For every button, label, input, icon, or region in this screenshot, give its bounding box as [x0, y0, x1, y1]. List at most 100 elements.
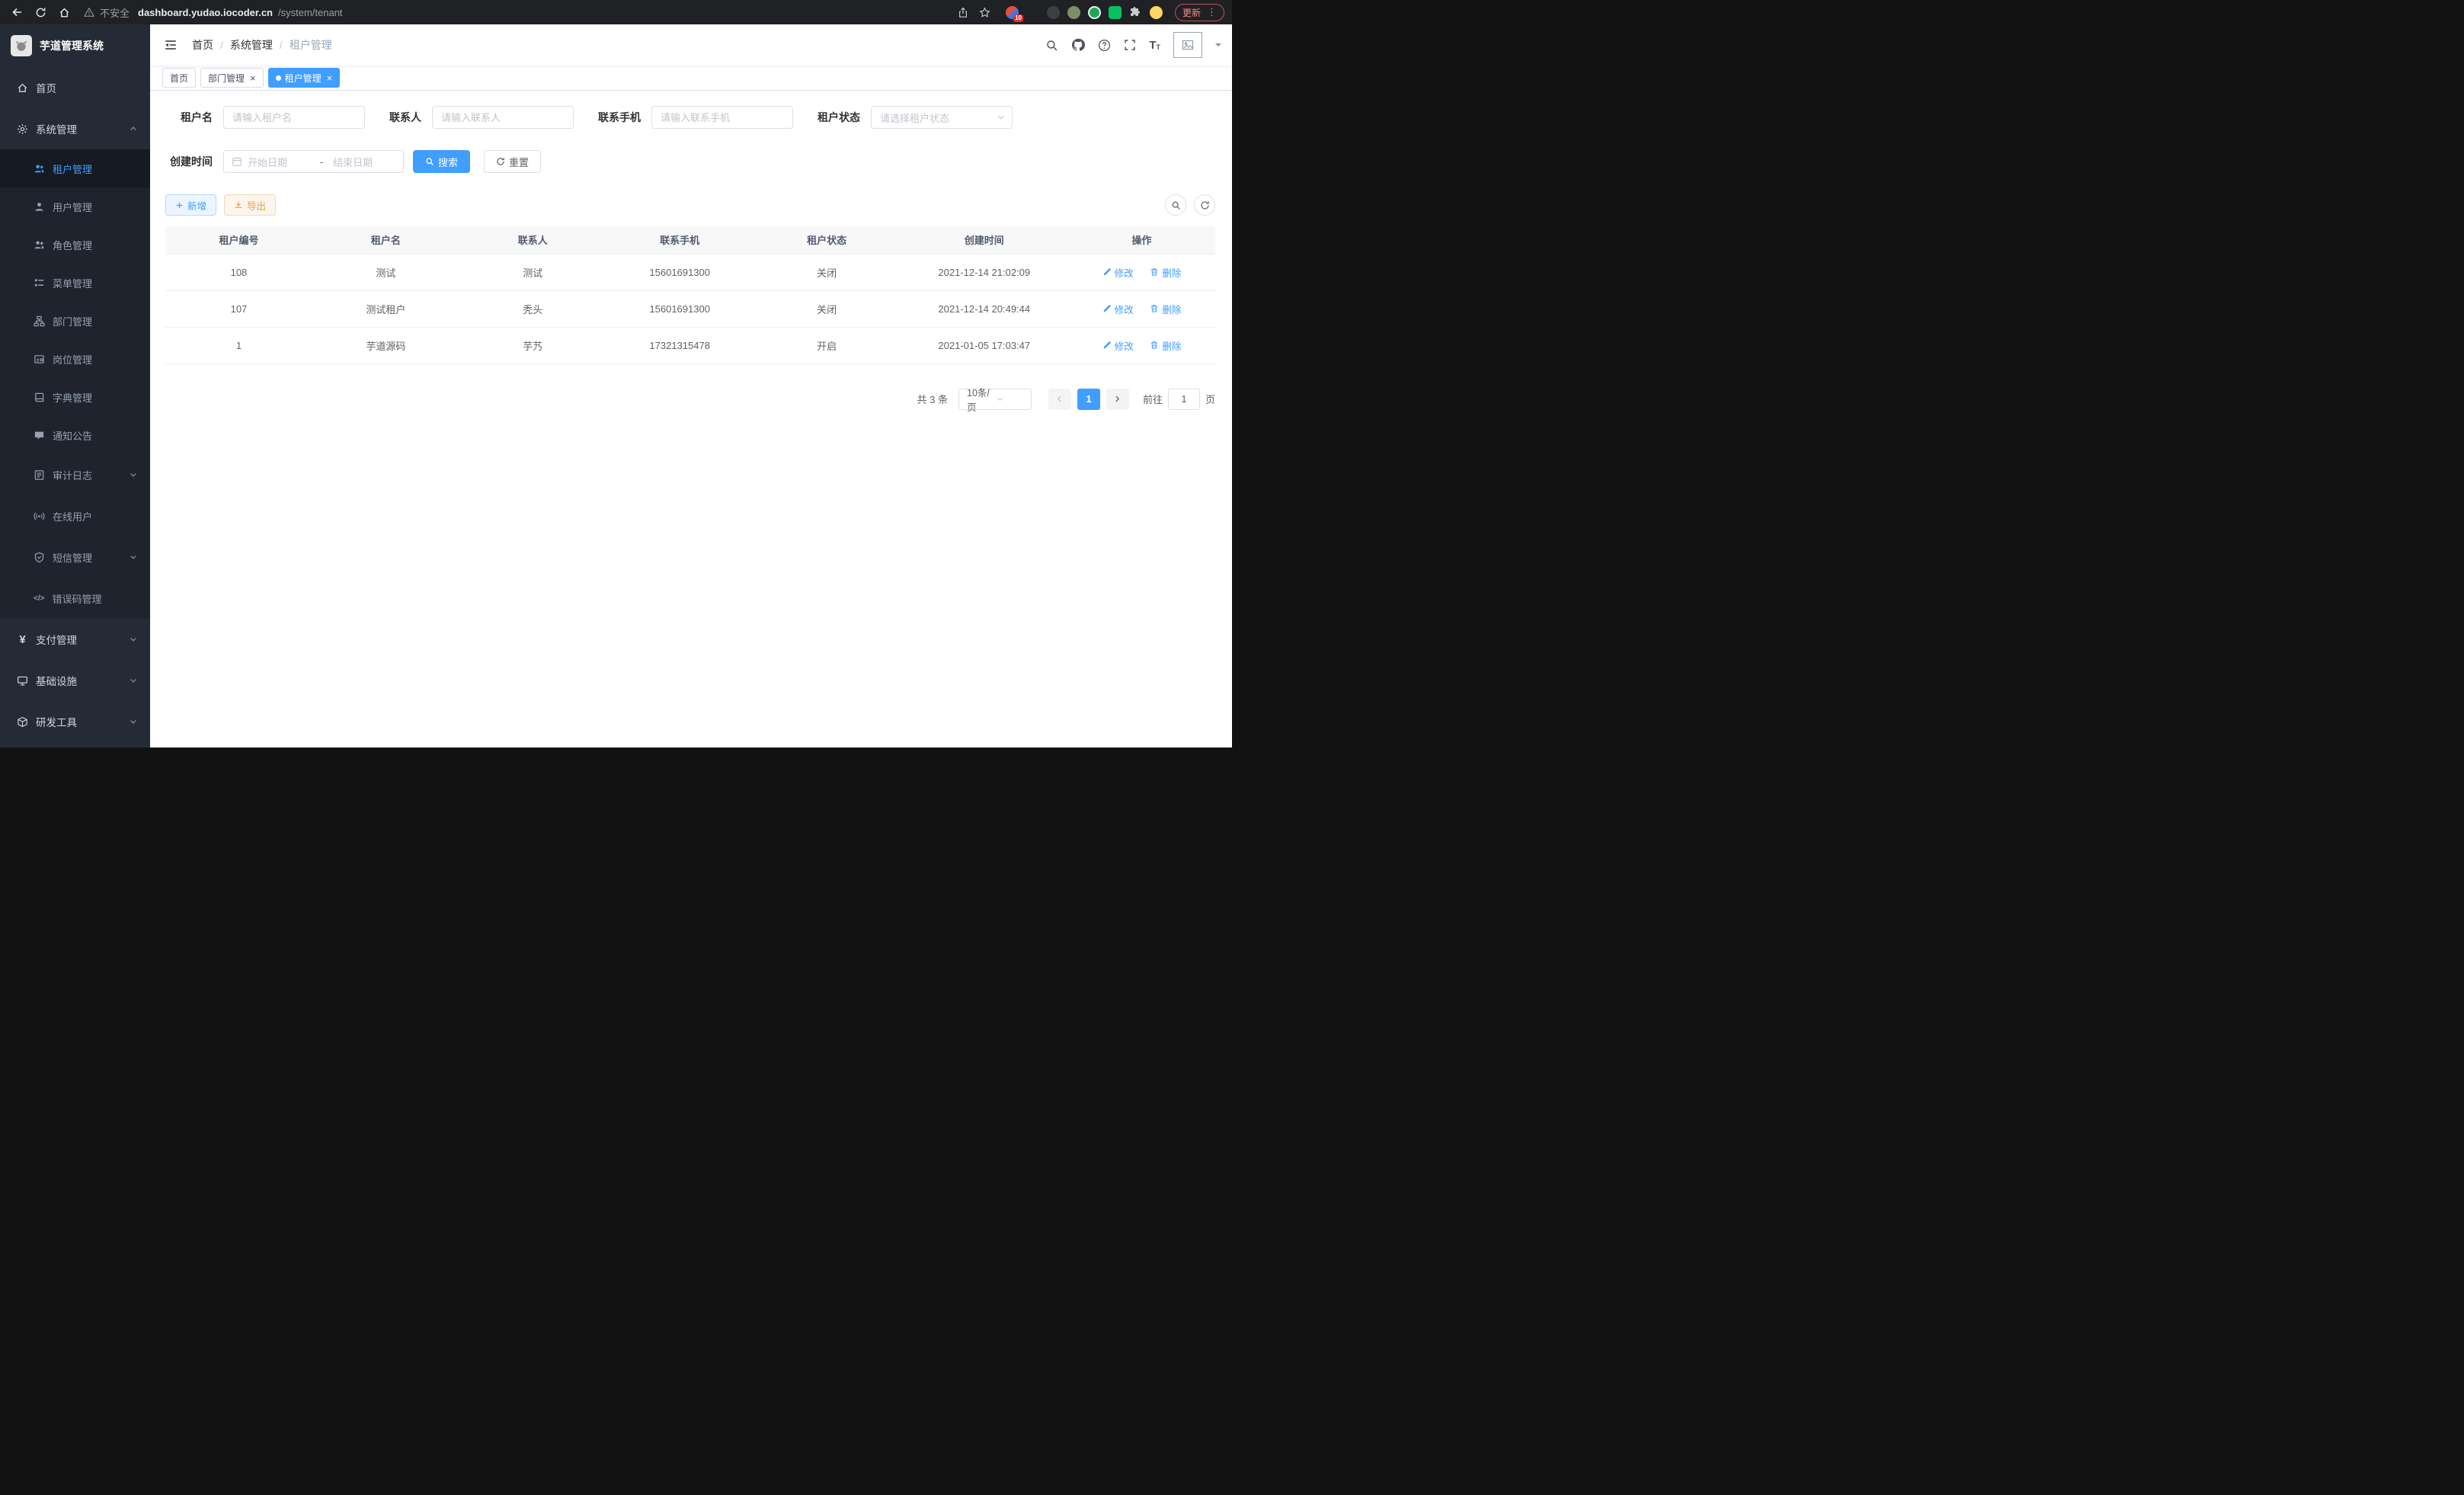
browser-update-button[interactable]: 更新 ⋮ — [1175, 4, 1224, 21]
date-range-picker[interactable]: 开始日期 - 结束日期 — [223, 150, 404, 173]
sidebar-item-role[interactable]: 角色管理 — [0, 226, 150, 264]
sidebar-collapse-icon[interactable] — [150, 38, 192, 52]
browser-menu-icon[interactable]: ⋮ — [1205, 6, 1217, 18]
edit-label: 修改 — [1115, 302, 1134, 316]
search-button[interactable]: 搜索 — [413, 150, 470, 173]
logo-row[interactable]: 芋道管理系统 — [0, 24, 150, 67]
sidebar-item-infra[interactable]: 基础设施 — [0, 660, 150, 701]
sidebar-item-auditlog[interactable]: 审计日志 — [0, 454, 150, 495]
goto-prefix: 前往 — [1143, 392, 1163, 406]
help-icon[interactable] — [1098, 39, 1111, 52]
bookmark-star-icon[interactable] — [979, 7, 990, 18]
sidebar-item-dict[interactable]: 字典管理 — [0, 378, 150, 416]
browser-home-icon[interactable] — [59, 7, 70, 18]
table-row: 108 测试 测试 15601691300 关闭 2021-12-14 21:0… — [165, 254, 1215, 290]
cell-actions: 修改 删除 — [1068, 254, 1215, 290]
share-icon[interactable] — [958, 7, 968, 18]
sidebar-item-payment[interactable]: ¥ 支付管理 — [0, 619, 150, 660]
delete-button[interactable]: 删除 — [1150, 338, 1181, 353]
sidebar-item-tenant[interactable]: 租户管理 — [0, 149, 150, 187]
sidebar-item-system[interactable]: 系统管理 — [0, 108, 150, 149]
breadcrumb-system[interactable]: 系统管理 — [230, 37, 273, 53]
profile-avatar-icon[interactable] — [1150, 6, 1163, 19]
delete-button[interactable]: 删除 — [1150, 265, 1181, 280]
cell-status: 关闭 — [754, 290, 901, 327]
sidebar-item-menu[interactable]: 菜单管理 — [0, 264, 150, 302]
sidebar-item-label: 在线用户 — [53, 509, 138, 523]
tab-close-icon[interactable]: × — [327, 73, 333, 83]
fullscreen-icon[interactable] — [1124, 39, 1136, 51]
contact-label: 联系人 — [389, 110, 421, 125]
extension-icon-2[interactable] — [1026, 6, 1039, 19]
toggle-search-button[interactable] — [1165, 194, 1186, 216]
extension-icon-1[interactable]: 10 — [1006, 6, 1019, 19]
phone-input[interactable] — [651, 106, 793, 129]
goto-page-input[interactable] — [1168, 389, 1200, 410]
cell-tenant-name: 测试租户 — [312, 290, 459, 327]
prev-page-button[interactable] — [1048, 389, 1071, 410]
col-tenant-id: 租户编号 — [165, 226, 312, 254]
breadcrumb-home[interactable]: 首页 — [192, 37, 213, 53]
security-warning-icon — [84, 7, 94, 18]
sidebar-item-devtools[interactable]: 研发工具 — [0, 701, 150, 742]
extensions-puzzle-icon[interactable] — [1129, 6, 1142, 19]
next-page-button[interactable] — [1106, 389, 1129, 410]
extension-badge: 10 — [1013, 14, 1023, 22]
reset-button-label: 重置 — [509, 155, 529, 169]
extension-icon-3[interactable] — [1047, 6, 1060, 19]
url-domain: dashboard.yudao.iocoder.cn — [138, 7, 273, 18]
avatar-dropdown-caret[interactable] — [1215, 43, 1221, 50]
extension-icon-6[interactable] — [1109, 6, 1122, 19]
phone-label: 联系手机 — [598, 110, 641, 125]
trash-icon — [1150, 267, 1159, 277]
sidebar-item-label: 短信管理 — [53, 550, 121, 565]
security-label[interactable]: 不安全 — [100, 5, 130, 20]
tab-tenant[interactable]: 租户管理× — [268, 68, 341, 88]
contact-input[interactable] — [432, 106, 574, 129]
refresh-table-button[interactable] — [1194, 194, 1215, 216]
sidebar-item-post[interactable]: 岗位管理 — [0, 340, 150, 378]
browser-back-icon[interactable] — [11, 6, 23, 18]
status-select[interactable]: 请选择租户状态 — [871, 106, 1013, 129]
address-bar[interactable]: 不安全 dashboard.yudao.iocoder.cn/system/te… — [76, 5, 998, 20]
page-number-button[interactable]: 1 — [1077, 389, 1100, 410]
sidebar-item-notice[interactable]: 通知公告 — [0, 416, 150, 454]
github-icon[interactable] — [1071, 38, 1085, 52]
sidebar-item-label: 基础设施 — [36, 673, 121, 688]
sidebar-item-label: 通知公告 — [53, 428, 138, 443]
font-size-icon[interactable]: TT — [1149, 40, 1160, 51]
tab-home[interactable]: 首页 — [162, 68, 196, 88]
tabs-bar: 首页 部门管理× 租户管理× — [150, 66, 1232, 91]
sidebar-item-errorcode[interactable]: </> 错误码管理 — [0, 578, 150, 619]
reset-button[interactable]: 重置 — [484, 150, 541, 173]
sidebar-item-sms[interactable]: 短信管理 — [0, 536, 150, 578]
edit-button[interactable]: 修改 — [1102, 265, 1134, 280]
header-search-icon[interactable] — [1045, 39, 1058, 52]
edit-button[interactable]: 修改 — [1102, 302, 1134, 316]
extension-icon-5[interactable] — [1088, 6, 1101, 19]
browser-reload-icon[interactable] — [35, 7, 46, 18]
sidebar-item-user[interactable]: 用户管理 — [0, 187, 150, 226]
search-button-label: 搜索 — [438, 155, 458, 169]
pagination-total: 共 3 条 — [917, 392, 948, 406]
sidebar-item-online-users[interactable]: 在线用户 — [0, 495, 150, 536]
delete-button[interactable]: 删除 — [1150, 302, 1181, 316]
sidebar-item-label: 用户管理 — [53, 200, 138, 214]
export-button[interactable]: 导出 — [224, 194, 276, 216]
cell-created: 2021-12-14 20:49:44 — [901, 290, 1068, 327]
message-bubble-icon — [34, 430, 45, 441]
sidebar-item-label: 岗位管理 — [53, 352, 138, 367]
user-avatar[interactable] — [1173, 32, 1202, 58]
sidebar-item-home[interactable]: 首页 — [0, 67, 150, 108]
edit-button[interactable]: 修改 — [1102, 338, 1134, 353]
sidebar-item-label: 系统管理 — [36, 121, 121, 136]
sidebar-item-dept[interactable]: 部门管理 — [0, 302, 150, 340]
extension-icon-4[interactable] — [1067, 6, 1080, 19]
tenant-name-input[interactable] — [223, 106, 365, 129]
add-button[interactable]: 新增 — [165, 194, 216, 216]
tab-dept[interactable]: 部门管理× — [200, 68, 264, 88]
toolbar-row: 新增 导出 — [165, 194, 1215, 216]
sidebar-item-label: 字典管理 — [53, 390, 138, 405]
tab-close-icon[interactable]: × — [250, 73, 256, 83]
page-size-select[interactable]: 10条/页 — [958, 389, 1032, 410]
